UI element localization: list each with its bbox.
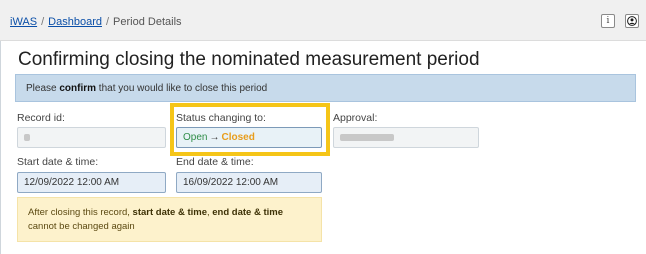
redacted-value <box>340 133 394 141</box>
info-button[interactable]: i <box>601 14 615 28</box>
approval-field <box>333 127 479 148</box>
start-date-input[interactable]: 12/09/2022 12:00 AM <box>17 172 166 193</box>
warning-text: cannot be changed again <box>28 221 135 232</box>
status-to: Closed <box>221 132 255 143</box>
approval-label: Approval: <box>333 112 378 124</box>
status-field: Open → Closed <box>176 127 322 148</box>
end-date-input[interactable]: 16/09/2022 12:00 AM <box>176 172 322 193</box>
breadcrumb-app-link[interactable]: iWAS <box>10 16 37 28</box>
status-from: Open <box>183 132 208 143</box>
start-date-label: Start date & time: <box>17 156 99 168</box>
notice-text-bold: confirm <box>59 83 97 94</box>
breadcrumb-separator: / <box>41 16 45 28</box>
user-button[interactable] <box>625 14 639 28</box>
record-id-field <box>17 127 166 148</box>
record-id-label: Record id: <box>17 112 65 124</box>
breadcrumb: iWAS / Dashboard / Period Details <box>10 16 182 28</box>
breadcrumb-separator: / <box>105 16 110 28</box>
status-label: Status changing to: <box>176 112 266 124</box>
top-header: iWAS / Dashboard / Period Details i <box>0 0 646 41</box>
breadcrumb-dashboard-link[interactable]: Dashboard <box>48 16 102 28</box>
warning-bold-end: end date & time <box>212 207 284 218</box>
warning-bold-start: start date & time <box>132 207 207 218</box>
warning-alert: After closing this record, start date & … <box>17 197 322 242</box>
info-icon: i <box>606 16 610 26</box>
end-date-label: End date & time: <box>176 156 254 168</box>
redacted-value <box>24 133 30 141</box>
notice-text-suffix: that you would like to close this period <box>96 83 268 94</box>
page-title: Confirming closing the nominated measure… <box>18 49 480 70</box>
notice-text-prefix: Please <box>26 83 60 94</box>
arrow-icon: → <box>209 132 220 143</box>
confirm-notice: Please confirm that you would like to cl… <box>15 74 636 102</box>
warning-text: After closing this record, <box>28 207 133 218</box>
user-circle-icon <box>627 16 637 26</box>
breadcrumb-current: Period Details <box>113 16 182 28</box>
